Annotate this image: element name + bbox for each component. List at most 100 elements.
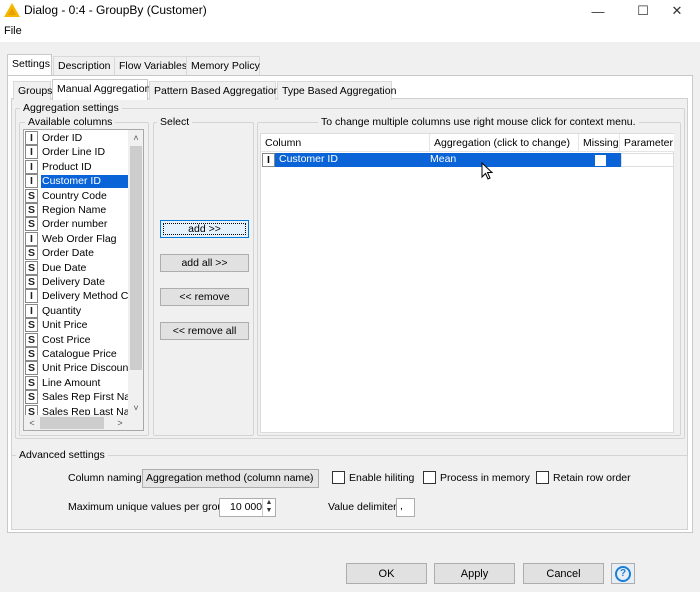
column-header-missing[interactable]: Missing	[579, 134, 620, 152]
column-header-column[interactable]: Column	[261, 134, 430, 152]
max-unique-spinner[interactable]: 10 000 ▲ ▼	[219, 498, 276, 517]
close-button[interactable]: ✕	[654, 0, 700, 22]
window-title: Dialog - 0:4 - GroupBy (Customer)	[24, 3, 207, 17]
column-naming-select[interactable]: Aggregation method (column name) ⌵	[142, 469, 319, 488]
list-item[interactable]: I Customer ID	[24, 174, 128, 189]
remove-all-button-label: << remove all	[172, 325, 237, 337]
list-item[interactable]: I Order Line ID	[24, 145, 128, 160]
list-item[interactable]: S Region Name	[24, 203, 128, 217]
string-type-icon: S	[25, 361, 38, 376]
string-type-icon: S	[25, 318, 38, 333]
string-type-icon: S	[25, 390, 38, 405]
row-column-name[interactable]: Customer ID	[275, 153, 430, 167]
menu-file[interactable]: File	[4, 25, 22, 37]
list-item-label: Country Code	[42, 189, 107, 202]
process-in-memory-checkbox[interactable]	[423, 471, 436, 484]
list-item[interactable]: I Product ID	[24, 159, 128, 174]
help-button[interactable]: ?	[611, 563, 635, 584]
remove-button[interactable]: << remove	[160, 288, 249, 306]
integer-type-icon: I	[25, 145, 38, 160]
value-delimiter-input[interactable]: ,	[396, 498, 415, 517]
spinner-up-icon[interactable]: ▲	[263, 499, 275, 507]
list-item[interactable]: I Delivery Method Co	[24, 289, 128, 304]
minimize-button[interactable]: —	[575, 0, 621, 22]
vertical-scroll-thumb[interactable]	[130, 146, 142, 370]
add-all-button[interactable]: add all >>	[160, 254, 249, 272]
missing-checkbox[interactable]	[594, 154, 606, 166]
tab-memory-policy[interactable]: Memory Policy	[186, 56, 260, 75]
table-hint: To change multiple columns use right mou…	[318, 116, 639, 128]
add-all-button-label: add all >>	[181, 257, 228, 269]
list-item[interactable]: I Order ID	[24, 131, 128, 145]
advanced-settings-title: Advanced settings	[16, 449, 108, 461]
enable-hiliting-option[interactable]: Enable hiliting	[332, 471, 414, 484]
list-item[interactable]: S Cost Price	[24, 332, 128, 347]
column-naming-label: Column naming:	[68, 472, 145, 484]
apply-button[interactable]: Apply	[434, 563, 515, 584]
remove-all-button[interactable]: << remove all	[160, 322, 249, 340]
tab-flow-variables[interactable]: Flow Variables	[114, 56, 187, 75]
list-item[interactable]: S Line Amount	[24, 375, 128, 390]
list-item[interactable]: S Due Date	[24, 260, 128, 275]
list-item[interactable]: S Unit Price Discount	[24, 361, 128, 376]
tab-groups[interactable]: Groups	[13, 81, 52, 100]
list-item-label: Sales Rep First Nam	[42, 391, 128, 404]
vertical-scrollbar[interactable]: ˄ ˅	[128, 130, 143, 416]
available-columns-list[interactable]: SSales Rep Last NamSSales Rep First NamS…	[23, 129, 144, 431]
list-item-label: Line Amount	[42, 376, 101, 389]
scroll-right-icon[interactable]: >	[112, 415, 128, 430]
table-row[interactable]: I Customer ID Mean	[262, 153, 674, 167]
list-item[interactable]: S Unit Price	[24, 318, 128, 333]
process-in-memory-label: Process in memory	[440, 471, 530, 484]
max-unique-value[interactable]: 10 000	[230, 501, 262, 513]
list-item[interactable]: S Sales Rep First Nam	[24, 390, 128, 405]
spinner-down-icon[interactable]: ▼	[263, 507, 275, 515]
available-columns-title: Available columns	[25, 116, 116, 128]
tab-description[interactable]: Description	[53, 56, 115, 75]
list-item[interactable]: S Catalogue Price	[24, 347, 128, 361]
process-in-memory-option[interactable]: Process in memory	[423, 471, 530, 484]
select-group	[153, 122, 254, 436]
tab-manual-aggregation[interactable]: Manual Aggregation	[52, 79, 150, 100]
tab-settings[interactable]: Settings	[7, 54, 52, 75]
list-item-label: Cost Price	[42, 333, 91, 346]
list-item-label: Web Order Flag	[42, 232, 117, 245]
warning-triangle-icon	[4, 3, 20, 17]
horizontal-scrollbar[interactable]: < >	[24, 415, 143, 430]
scroll-left-icon[interactable]: <	[24, 415, 40, 430]
title-bar: Dialog - 0:4 - GroupBy (Customer) — ☐ ✕	[0, 0, 700, 22]
cancel-button-label: Cancel	[546, 567, 581, 580]
list-item[interactable]: S Country Code	[24, 188, 128, 203]
scroll-up-icon[interactable]: ˄	[128, 130, 143, 146]
horizontal-scroll-thumb[interactable]	[40, 417, 104, 429]
cancel-button[interactable]: Cancel	[523, 563, 604, 584]
tab-type-based-aggregation[interactable]: Type Based Aggregation	[277, 81, 396, 100]
list-item[interactable]: S Delivery Date	[24, 275, 128, 289]
string-type-icon: S	[25, 275, 38, 289]
retain-row-order-checkbox[interactable]	[536, 471, 549, 484]
aggregation-table[interactable]: Column Aggregation (click to change) Mis…	[260, 133, 674, 433]
list-item-label: Order Line ID	[42, 146, 106, 159]
list-item[interactable]: I Web Order Flag	[24, 231, 128, 246]
retain-row-order-option[interactable]: Retain row order	[536, 471, 631, 484]
column-header-aggregation[interactable]: Aggregation (click to change)	[430, 134, 579, 152]
list-item[interactable]: S Order Date	[24, 246, 128, 261]
ok-button[interactable]: OK	[346, 563, 427, 584]
list-item-label: Product ID	[42, 160, 92, 173]
list-item-label: Order Date	[42, 247, 94, 260]
tab-pattern-based-aggregation[interactable]: Pattern Based Aggregation	[149, 81, 280, 100]
scroll-down-icon[interactable]: ˅	[128, 400, 143, 416]
row-parameter[interactable]	[621, 153, 674, 167]
help-icon: ?	[615, 565, 631, 582]
column-header-parameter[interactable]: Parameter	[620, 134, 674, 152]
integer-type-icon: I	[25, 289, 38, 304]
list-item-label: Delivery Date	[42, 276, 106, 288]
ok-button-label: OK	[378, 567, 395, 580]
enable-hiliting-checkbox[interactable]	[332, 471, 345, 484]
row-aggregation[interactable]: Mean	[430, 153, 579, 167]
add-button[interactable]: add >>	[160, 220, 249, 238]
integer-type-icon: I	[25, 159, 38, 174]
list-item[interactable]: I Quantity	[24, 303, 128, 318]
select-title: Select	[157, 116, 193, 128]
list-item[interactable]: S Order number	[24, 217, 128, 232]
